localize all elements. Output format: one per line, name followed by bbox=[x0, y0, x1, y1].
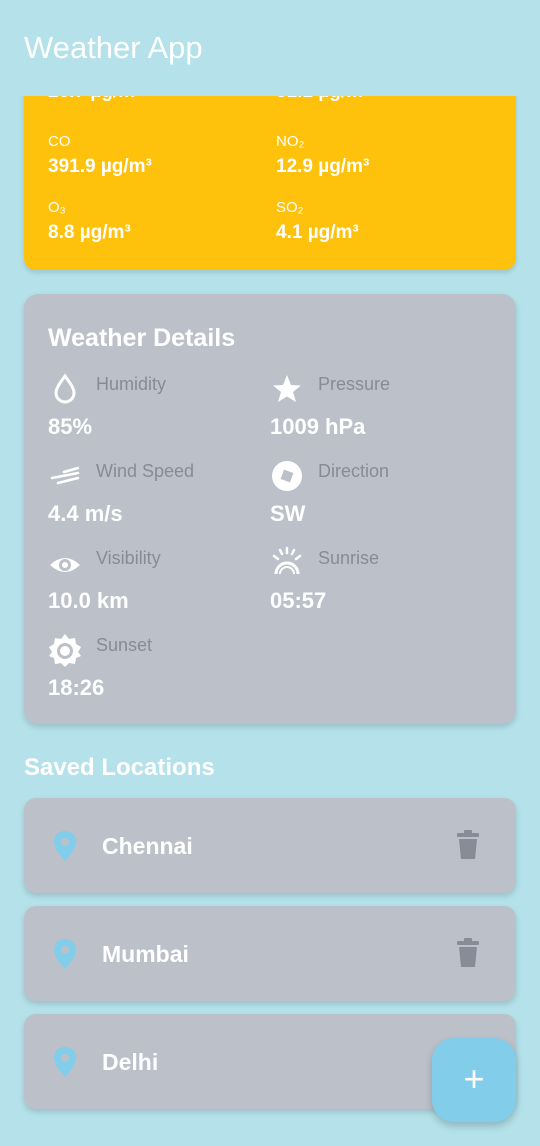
star-icon bbox=[273, 375, 301, 402]
air-quality-label: NO₂ bbox=[276, 133, 305, 150]
air-quality-value: 8.8 µg/m³ bbox=[48, 222, 131, 243]
detail-label: Sunset bbox=[96, 635, 153, 655]
air-quality-label: SO₂ bbox=[276, 199, 304, 216]
detail-label: Visibility bbox=[96, 548, 161, 568]
location-name: Mumbai bbox=[102, 941, 189, 967]
detail-label: Direction bbox=[318, 461, 390, 481]
eye-icon bbox=[50, 558, 80, 572]
wind-icon bbox=[50, 466, 80, 485]
detail-humidity: Humidity 85% bbox=[48, 372, 248, 452]
detail-sunrise: Sunrise 05:57 bbox=[270, 546, 470, 626]
air-quality-value: 391.9 µg/m³ bbox=[48, 156, 152, 177]
air-quality-label: CO bbox=[48, 133, 71, 150]
detail-sunset: Sunset 18:26 bbox=[48, 633, 248, 713]
water-drop-icon bbox=[54, 373, 76, 404]
detail-label: Wind Speed bbox=[96, 461, 195, 481]
location-name: Delhi bbox=[102, 1049, 159, 1075]
detail-value: 10.0 km bbox=[48, 588, 129, 613]
compass-icon bbox=[272, 461, 302, 491]
air-quality-item-no2: NO₂ 12.9 µg/m³ bbox=[276, 133, 369, 178]
add-icon: + bbox=[463, 1058, 485, 1099]
delete-icon[interactable] bbox=[454, 938, 482, 968]
location-name: Chennai bbox=[102, 833, 193, 859]
air-quality-label: O₃ bbox=[48, 199, 66, 216]
air-quality-card: 26.7 µg/m³ 31.1 µg/m³ CO 391.9 µg/m³ NO₂… bbox=[24, 70, 516, 270]
detail-value: 18:26 bbox=[48, 675, 105, 700]
delete-icon[interactable] bbox=[454, 830, 482, 860]
weather-details-card: Weather Details Humidity 85% Pressure 10… bbox=[24, 294, 516, 724]
app-title: Weather App bbox=[24, 30, 203, 65]
detail-label: Humidity bbox=[96, 374, 167, 394]
saved-location-card[interactable]: Mumbai bbox=[24, 906, 516, 1001]
detail-value: 85% bbox=[48, 414, 93, 439]
detail-value: 4.4 m/s bbox=[48, 501, 123, 526]
weather-details-title: Weather Details bbox=[48, 324, 236, 352]
detail-value: 05:57 bbox=[270, 588, 327, 613]
detail-direction: Direction SW bbox=[270, 459, 470, 539]
sunrise-icon bbox=[272, 546, 302, 575]
location-pin-icon bbox=[54, 1047, 76, 1077]
air-quality-item-so2: SO₂ 4.1 µg/m³ bbox=[276, 199, 359, 244]
air-quality-value: 12.9 µg/m³ bbox=[276, 156, 370, 177]
air-quality-item-co: CO 391.9 µg/m³ bbox=[48, 133, 152, 178]
detail-wind-speed: Wind Speed 4.4 m/s bbox=[48, 459, 248, 539]
air-quality-item-o3: O₃ 8.8 µg/m³ bbox=[48, 199, 131, 244]
app-bar: Weather App bbox=[0, 0, 540, 96]
detail-label: Pressure bbox=[318, 374, 391, 394]
air-quality-value: 4.1 µg/m³ bbox=[276, 222, 359, 243]
detail-pressure: Pressure 1009 hPa bbox=[270, 372, 470, 452]
location-pin-icon bbox=[54, 831, 76, 861]
detail-label: Sunrise bbox=[318, 548, 380, 568]
detail-value: SW bbox=[270, 501, 306, 526]
detail-value: 1009 hPa bbox=[270, 414, 366, 439]
weather-app-screen: 26.7 µg/m³ 31.1 µg/m³ CO 391.9 µg/m³ NO₂… bbox=[0, 0, 540, 1146]
saved-location-card[interactable]: Chennai bbox=[24, 798, 516, 893]
detail-visibility: Visibility 10.0 km bbox=[48, 546, 248, 626]
sun-icon bbox=[49, 634, 81, 667]
saved-locations-title: Saved Locations bbox=[24, 754, 215, 781]
add-location-button[interactable]: + bbox=[432, 1038, 516, 1122]
location-pin-icon bbox=[54, 939, 76, 969]
